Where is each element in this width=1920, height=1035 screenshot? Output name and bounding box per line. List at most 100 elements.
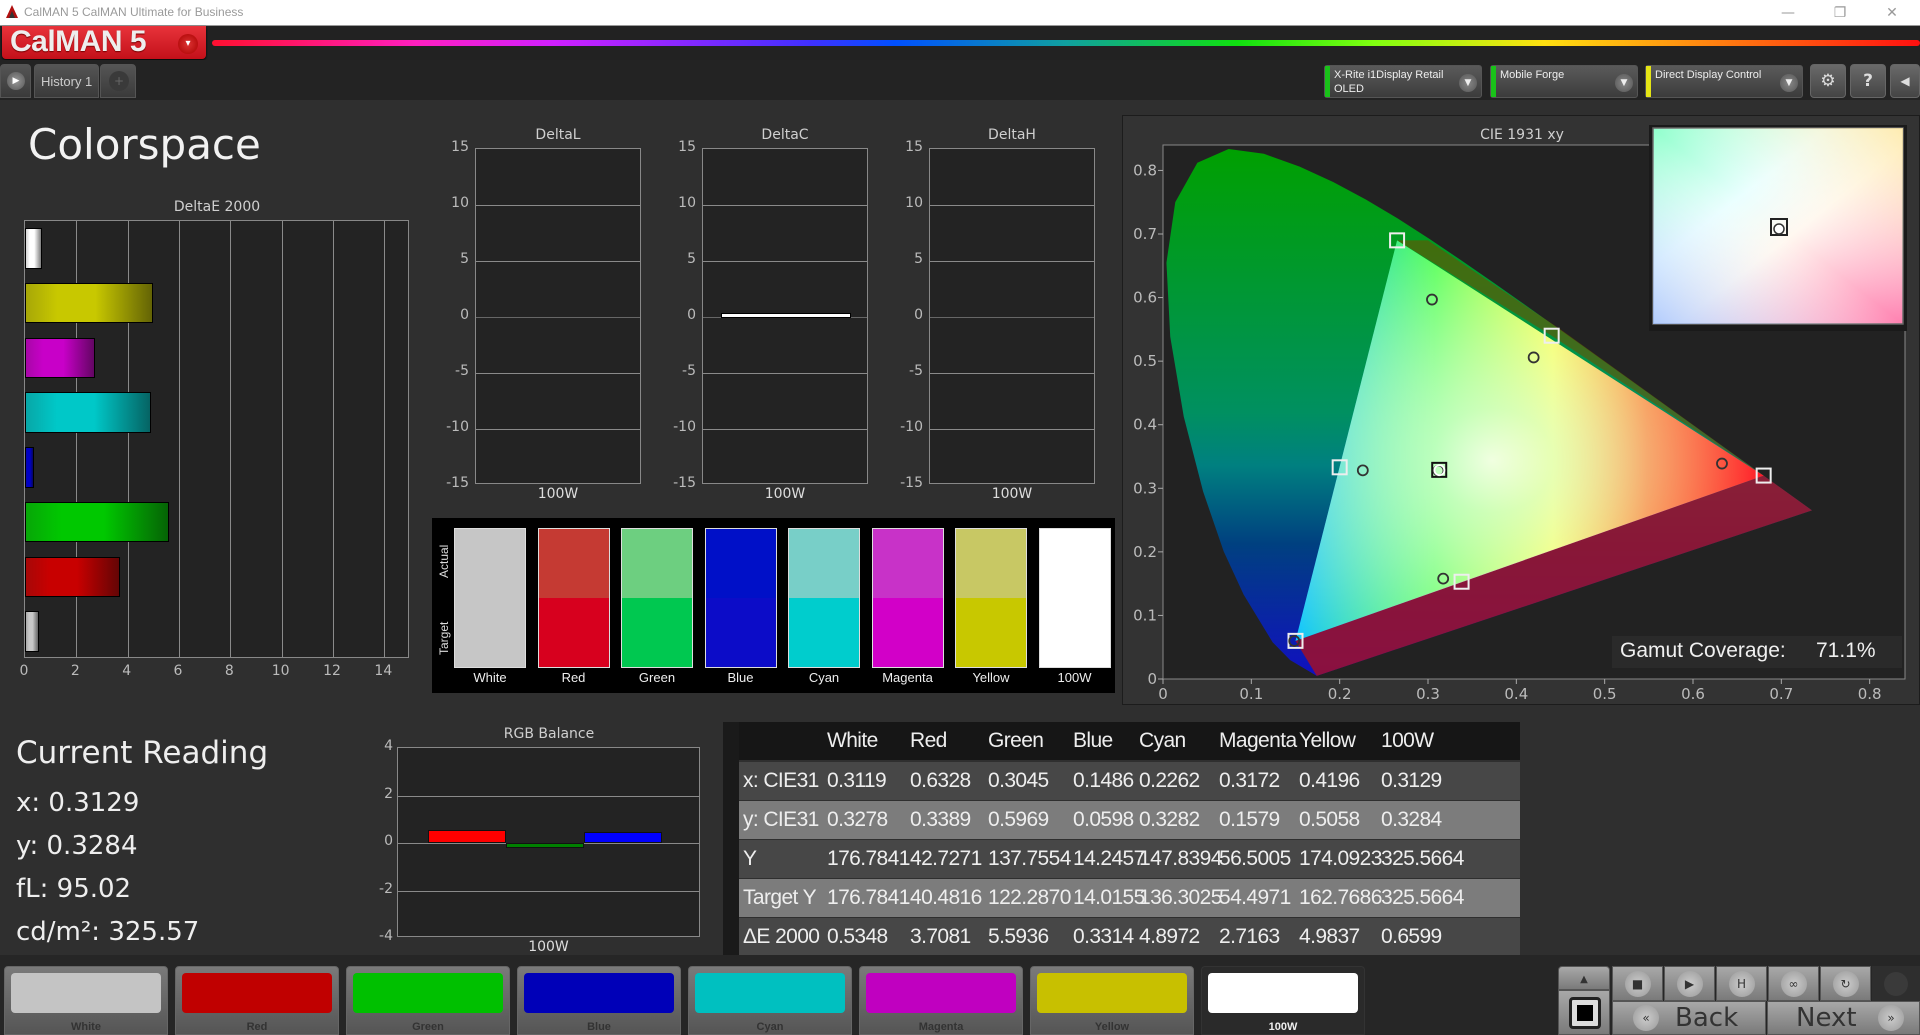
pattern-button-yellow[interactable]: Yellow (1030, 966, 1194, 1035)
pattern-color (695, 973, 845, 1013)
table-cell: 162.7686 (1299, 886, 1382, 909)
pattern-source-selector[interactable]: Mobile Forge ▼ (1490, 65, 1638, 98)
swatch-label: Green (638, 670, 676, 685)
measurement-table: White Red Green Blue Cyan Magenta Yellow 100W x:… (723, 722, 1520, 956)
deltae-bar-yellow (25, 282, 153, 324)
cie-y-tick: 0.2 (1133, 543, 1157, 561)
delta-y-tick: 5 (460, 251, 469, 267)
pattern-label: Yellow (1094, 1021, 1130, 1033)
table-cell: 136.3025 (1139, 886, 1222, 909)
table-cell: 56.5005 (1219, 847, 1291, 870)
delta-chart-title: DeltaH (988, 127, 1036, 143)
pattern-button-100w[interactable]: 100W (1201, 966, 1365, 1035)
collapse-panel-button[interactable]: ◀ (1890, 64, 1920, 98)
delta-gridline (476, 205, 640, 206)
deltae-bar-cyan (25, 392, 151, 433)
help-button[interactable]: ? (1850, 64, 1886, 98)
double-chevron-right-icon: » (1878, 1005, 1904, 1031)
reading-x: x: 0.3129 (16, 788, 140, 818)
delta-y-tick: 5 (687, 251, 696, 267)
deltae-x-tick: 10 (271, 663, 290, 679)
cie-y-tick: 0.1 (1133, 606, 1157, 624)
reading-fl: fL: 95.02 (16, 874, 132, 904)
reading-cdm2: cd/m²: 325.57 (16, 917, 200, 947)
cie-x-tick: 0.5 (1593, 685, 1617, 703)
delta-chart-deltac (702, 148, 868, 484)
hold-icon: H (1728, 971, 1755, 997)
column-header: Yellow (1299, 729, 1356, 752)
deltae-x-tick: 14 (374, 663, 393, 679)
cie-y-tick: 0.4 (1133, 416, 1157, 434)
deltae-x-tick: 6 (173, 663, 183, 679)
cie-x-tick: 0.3 (1416, 685, 1440, 703)
pattern-button-red[interactable]: Red (175, 966, 339, 1035)
continuous-read-button[interactable]: ∞ (1768, 966, 1819, 1001)
rgb-balance-title: RGB Balance (503, 726, 595, 742)
pattern-button-cyan[interactable]: Cyan (688, 966, 852, 1035)
swatch-label: Blue (727, 670, 754, 685)
target-color (455, 598, 525, 667)
restore-button[interactable]: ❐ (1820, 2, 1860, 24)
table-cell: 0.3282 (1139, 808, 1200, 831)
cie-x-tick: 0.7 (1769, 685, 1793, 703)
table-cell: 325.5664 (1381, 847, 1464, 870)
delta-gridline (703, 261, 867, 262)
pattern-label: Cyan (756, 1021, 784, 1033)
calman-menu-button[interactable]: CalMAN 5 ▾ (2, 25, 206, 59)
cie-x-tick: 0.6 (1681, 685, 1705, 703)
read-button[interactable]: ▶ (1664, 966, 1715, 1001)
delta-y-tick: -15 (673, 475, 696, 491)
swatch-magenta (871, 528, 944, 668)
close-button[interactable]: ✕ (1872, 2, 1912, 24)
read-series-button[interactable]: ↻ (1820, 966, 1871, 1001)
table-cell: 4.8972 (1139, 925, 1200, 948)
meter-name: X-Rite i1Display Retail (1334, 69, 1444, 81)
delta-x-label: 100W (537, 486, 579, 502)
pattern-button-magenta[interactable]: Magenta (859, 966, 1023, 1035)
pattern-button-green[interactable]: Green (346, 966, 510, 1035)
pattern-button-blue[interactable]: Blue (517, 966, 681, 1035)
cie-y-tick: 0.7 (1133, 225, 1157, 243)
table-cell: 2.7163 (1219, 925, 1280, 948)
display-control-selector[interactable]: Direct Display Control ▼ (1645, 65, 1803, 98)
tab-history-1[interactable]: History 1 (34, 64, 99, 98)
delta-y-tick: -15 (446, 475, 469, 491)
stop-button[interactable]: ■ (1612, 966, 1663, 1001)
table-cell: 0.6599 (1381, 925, 1442, 948)
table-cell: 0.3119 (827, 769, 887, 792)
pattern-color (1037, 973, 1187, 1013)
rgb-y-tick: 2 (384, 785, 393, 802)
pattern-label: 100W (1268, 1021, 1298, 1033)
swatch-label: Yellow (972, 670, 1010, 685)
cie-y-tick: 0.3 (1133, 479, 1157, 497)
meter-selector[interactable]: X-Rite i1Display Retail OLED ▼ (1324, 65, 1482, 98)
add-tab-button[interactable]: + (100, 64, 136, 98)
deltae-x-tick: 0 (19, 663, 29, 679)
row-label: y: CIE31 (743, 808, 819, 831)
table-cell: 40.4816 (910, 886, 982, 909)
delta-y-tick: -10 (900, 419, 923, 435)
hold-button[interactable]: H (1716, 966, 1767, 1001)
expand-up-button[interactable]: ▲ (1558, 966, 1610, 990)
play-workflow-button[interactable]: ▶ (0, 64, 31, 98)
cie-y-tick: 0.5 (1133, 352, 1157, 370)
table-header-row: White Red Green Blue Cyan Magenta Yellow 100W (739, 722, 1520, 760)
pattern-button-white[interactable]: White (4, 966, 168, 1035)
settings-button[interactable]: ⚙ (1810, 64, 1846, 98)
table-cell: 0.1486 (1073, 769, 1134, 792)
back-button[interactable]: « Back (1612, 1001, 1766, 1035)
table-cell: 0.5969 (988, 808, 1049, 831)
rgb-bar-r (428, 829, 506, 843)
deltae-bar-100w (25, 228, 42, 269)
delta-y-tick: 15 (451, 139, 469, 155)
pattern-label: Red (246, 1021, 268, 1033)
minimize-button[interactable]: — (1768, 2, 1808, 24)
next-button[interactable]: Next » (1767, 1001, 1920, 1035)
stop-measure-toggle[interactable] (1558, 990, 1610, 1035)
delta-bar-100w (721, 312, 851, 318)
swatch-label: Red (561, 670, 586, 685)
column-header: White (827, 729, 878, 752)
rgb-balance-xlabel: 100W (528, 939, 569, 955)
deltae-gridline (333, 221, 334, 657)
delta-gridline (930, 261, 1094, 262)
